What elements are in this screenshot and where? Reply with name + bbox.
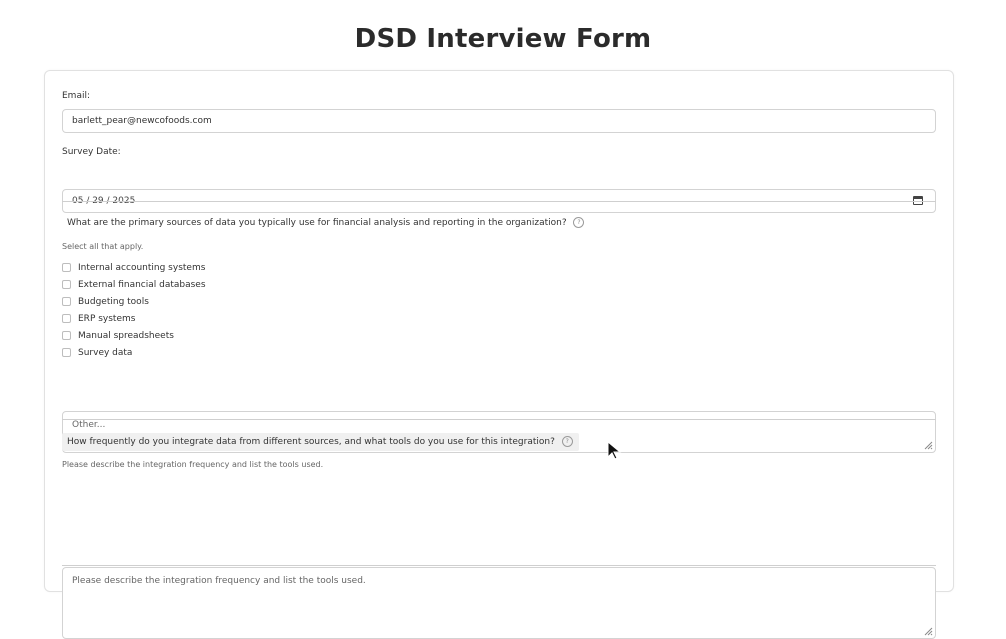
section-divider	[62, 201, 936, 202]
email-field[interactable]: barlett_pear@newcofoods.com	[62, 109, 936, 133]
option-manual-spreadsheets[interactable]: Manual spreadsheets	[62, 327, 936, 344]
form-card: Email: barlett_pear@newcofoods.com Surve…	[44, 70, 954, 639]
option-label: External financial databases	[78, 279, 206, 290]
page-title: DSD Interview Form	[354, 24, 652, 54]
survey-date-label: Survey Date:	[62, 147, 121, 157]
question-2-hint: Please describe the integration frequenc…	[62, 460, 324, 469]
option-external-financial-databases[interactable]: External financial databases	[62, 276, 936, 293]
question-circle-icon[interactable]: ?	[573, 217, 585, 228]
mouse-pointer-icon	[607, 441, 622, 460]
section-divider	[62, 419, 936, 420]
integration-textarea[interactable]: Please describe the integration frequenc…	[62, 567, 936, 639]
option-label: Manual spreadsheets	[78, 330, 174, 341]
option-budgeting-tools[interactable]: Budgeting tools	[62, 293, 936, 310]
option-label: Internal accounting systems	[78, 262, 206, 273]
question-2-highlight: How frequently do you integrate data fro…	[62, 433, 579, 451]
integration-placeholder: Please describe the integration frequenc…	[72, 576, 366, 586]
question-2-text: How frequently do you integrate data fro…	[67, 437, 555, 447]
option-internal-accounting-systems[interactable]: Internal accounting systems	[62, 259, 936, 276]
checkbox[interactable]	[62, 263, 71, 272]
checkbox[interactable]	[62, 314, 71, 323]
email-label: Email:	[62, 91, 91, 101]
other-placeholder: Other...	[72, 420, 106, 430]
checkbox[interactable]	[62, 297, 71, 306]
email-value: barlett_pear@newcofoods.com	[72, 116, 212, 126]
question-1-options: Internal accounting systems External fin…	[62, 259, 936, 361]
question-1-text: What are the primary sources of data you…	[67, 218, 567, 228]
option-survey-data[interactable]: Survey data	[62, 344, 936, 361]
resize-handle-icon[interactable]	[923, 626, 933, 636]
option-label: ERP systems	[78, 313, 136, 324]
question-1-hint: Select all that apply.	[62, 242, 144, 251]
question-1-text-row: What are the primary sources of data you…	[67, 217, 941, 228]
option-label: Survey data	[78, 347, 133, 358]
question-2-text-row: How frequently do you integrate data fro…	[62, 433, 936, 451]
option-label: Budgeting tools	[78, 296, 149, 307]
section-divider	[62, 565, 936, 566]
option-erp-systems[interactable]: ERP systems	[62, 310, 936, 327]
question-circle-icon[interactable]: ?	[561, 436, 573, 447]
checkbox[interactable]	[62, 348, 71, 357]
checkbox[interactable]	[62, 331, 71, 340]
checkbox[interactable]	[62, 280, 71, 289]
